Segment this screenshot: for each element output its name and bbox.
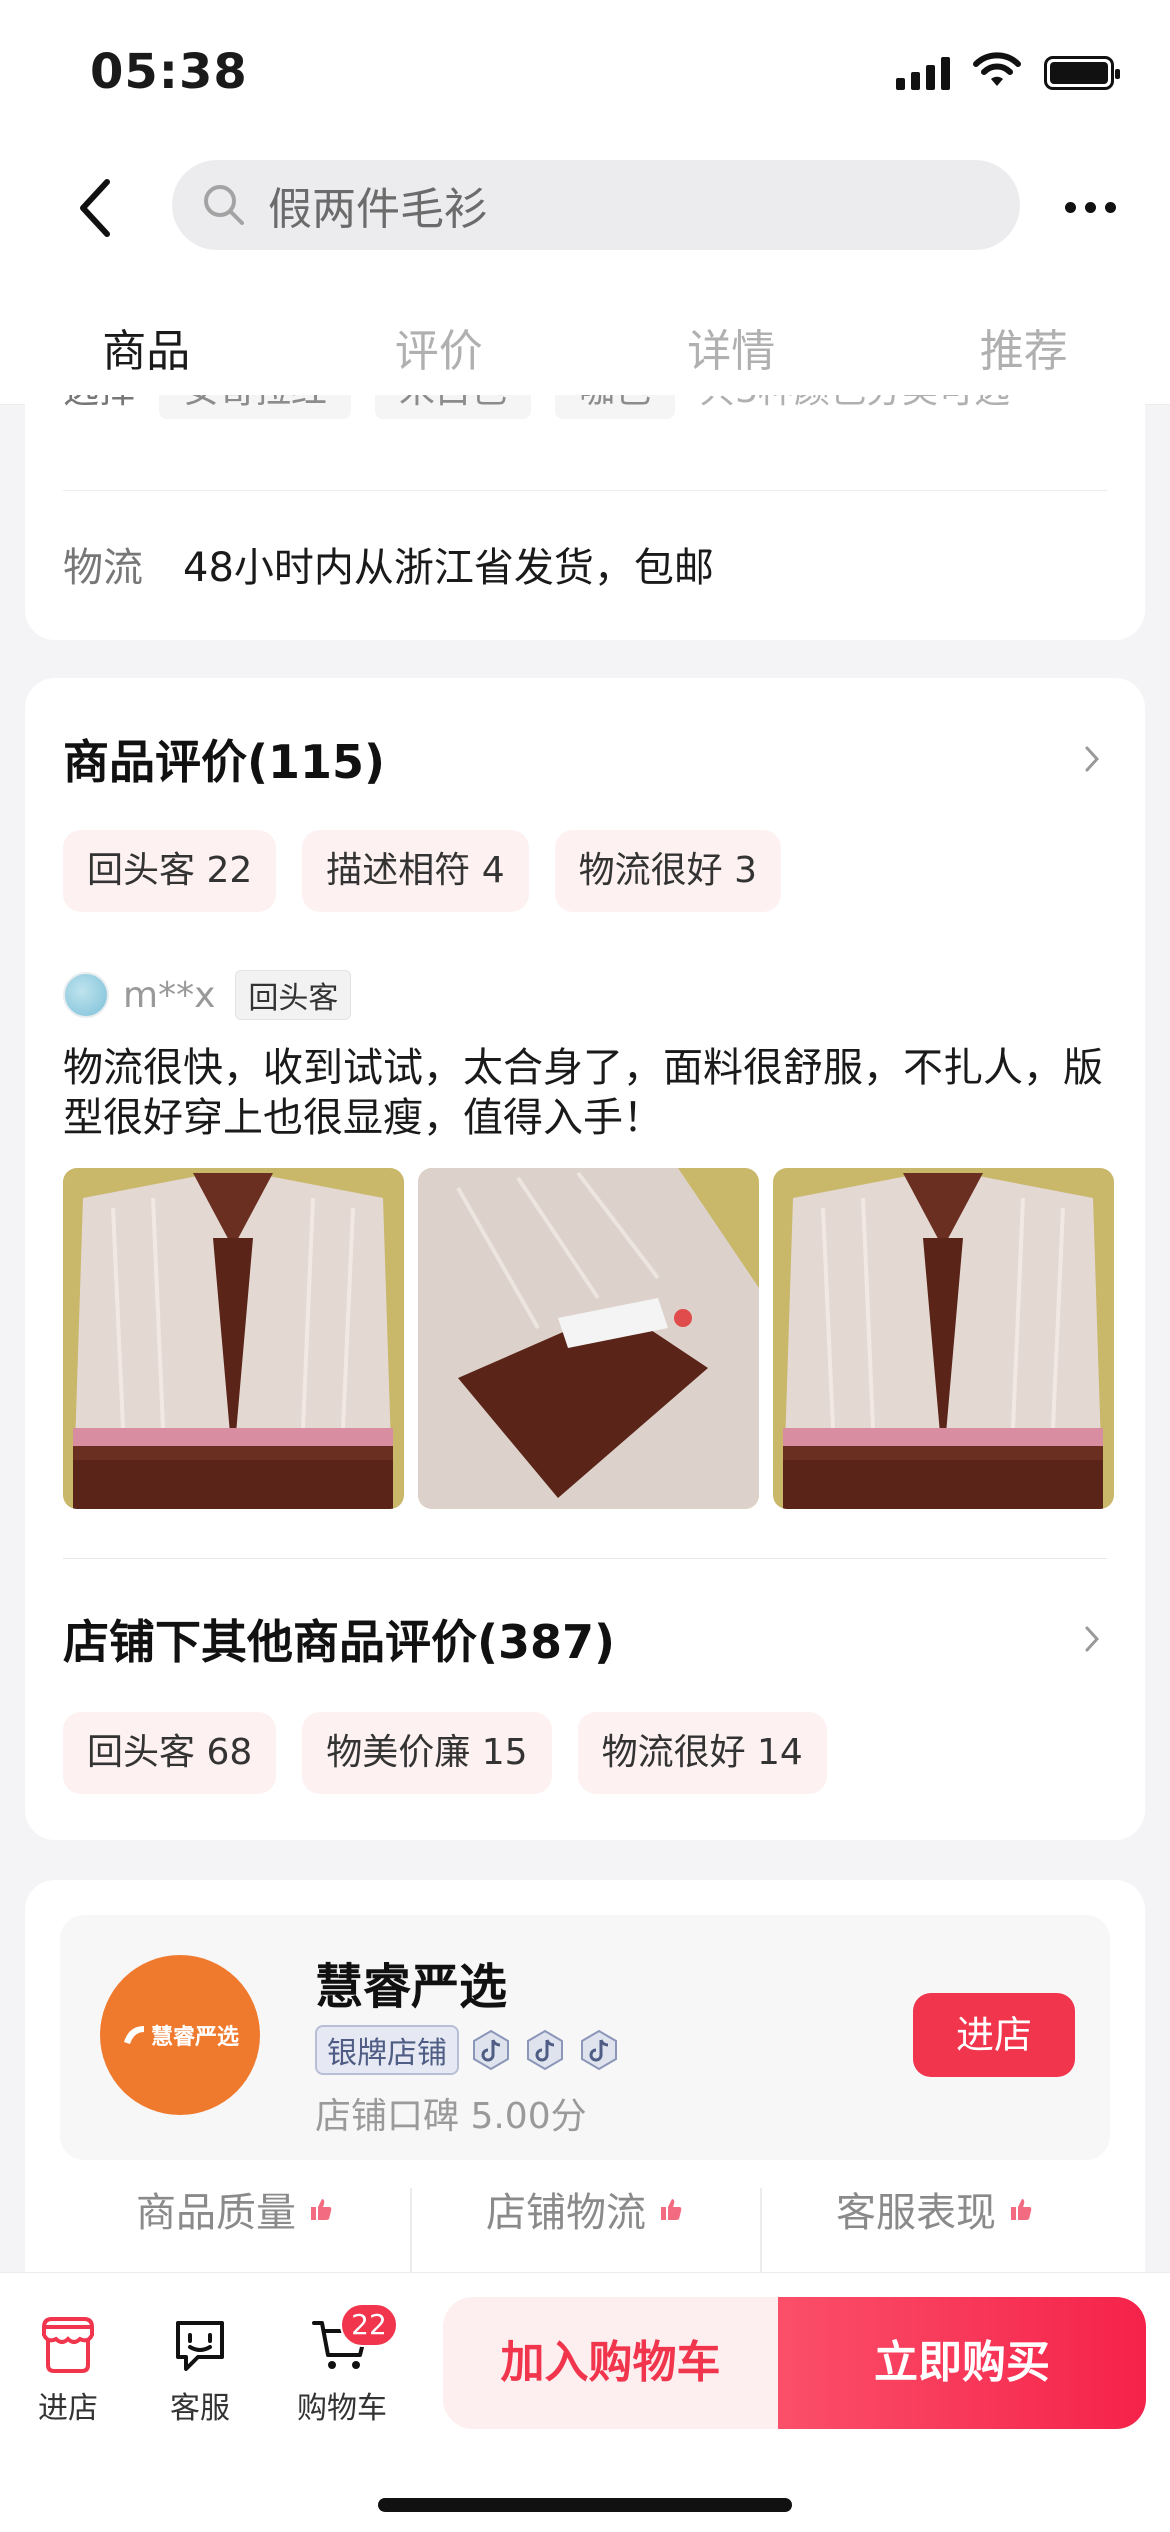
battery-icon [1044, 56, 1120, 90]
wifi-icon [973, 52, 1021, 86]
tab-goods[interactable]: 商品 [0, 265, 293, 404]
add-to-cart-button[interactable]: 加入购物车 [443, 2297, 778, 2429]
tiktok-hexagon-icon [473, 2029, 509, 2071]
review-tag[interactable]: 物流很好 14 [577, 1712, 827, 1794]
chevron-right-icon [1085, 1626, 1100, 1652]
store-icon [42, 2317, 94, 2373]
selection-row[interactable]: 选择 安哥拉红 米白色 咖色 共3种颜色分类可选 [63, 395, 1010, 419]
status-bar: 05:38 [0, 0, 1170, 150]
store-reviews-title: 店铺下其他商品评价(387) [63, 1615, 616, 1669]
customer-service-button[interactable]: 客服 [140, 2313, 260, 2427]
back-button[interactable] [60, 170, 130, 245]
logistics-value: 48小时内从浙江省发货，包邮 [183, 545, 714, 591]
more-dot-icon [1064, 202, 1076, 213]
review-tags: 回头客 22 描述相符 4 物流很好 3 [63, 830, 782, 912]
divider [63, 1558, 1107, 1559]
cart-label: 购物车 [297, 2391, 387, 2426]
shop-rating: 店铺口碑 5.00分 [315, 2096, 587, 2137]
reviews-title: 商品评价(115) [63, 735, 386, 789]
shop-logo-text: 慧睿严选 [150, 2025, 239, 2050]
review-tag[interactable]: 物美价廉 15 [302, 1712, 552, 1794]
signal-icon [896, 56, 950, 90]
logistics-row: 物流 48小时内从浙江省发货，包邮 [63, 535, 714, 593]
cart-count-badge: 22 [340, 2303, 398, 2347]
color-chip[interactable]: 米白色 [375, 395, 532, 419]
more-options-button[interactable] [1050, 180, 1130, 235]
search-header: 假两件毛衫 [0, 150, 1170, 265]
shop-metrics: 商品质量 店铺物流 客服表现 [60, 2180, 1110, 2278]
review-photo[interactable] [63, 1168, 404, 1509]
shop-logo-mark-icon [123, 2026, 144, 2044]
chat-service-icon [176, 2321, 224, 2371]
reviewer-name: m**x [123, 974, 216, 1016]
chevron-right-icon [1085, 746, 1100, 772]
review-tag[interactable]: 描述相符 4 [302, 830, 529, 912]
selection-more: 共3种颜色分类可选 [699, 395, 1010, 413]
store-label: 进店 [38, 2391, 98, 2426]
cart-button[interactable]: 22 购物车 [282, 2303, 402, 2427]
shop-name: 慧睿严选 [315, 1959, 508, 2015]
tiktok-hexagon-icon [581, 2029, 617, 2071]
search-input[interactable]: 假两件毛衫 [172, 160, 1020, 250]
thumbs-up-icon [661, 2199, 682, 2220]
divider [63, 490, 1107, 491]
search-icon [194, 175, 254, 235]
tab-recommend[interactable]: 推荐 [878, 265, 1170, 404]
shop-info[interactable]: 慧睿严选 慧睿严选 银牌店铺 店铺口碑 5.00分 进店 [60, 1915, 1110, 2160]
returning-customer-badge: 回头客 [235, 970, 352, 1020]
metric-quality: 商品质量 [60, 2180, 410, 2238]
shop-badges: 银牌店铺 [315, 2025, 621, 2075]
tab-bar: 商品 评价 详情 推荐 [0, 265, 1170, 405]
review-tag[interactable]: 回头客 68 [63, 1712, 277, 1794]
search-query: 假两件毛衫 [268, 184, 488, 235]
review-text[interactable]: 物流很快，收到试试，太合身了，面料很舒服，不扎人，版型很好穿上也很显瘦，值得入手… [63, 1043, 1123, 1143]
metric-logistics: 店铺物流 [410, 2180, 760, 2278]
bottom-action-bar: 进店 客服 22 购物车 加入购物车 立即购买 [0, 2272, 1170, 2532]
tiktok-hexagon-icon [527, 2029, 563, 2071]
more-dot-icon [1084, 202, 1096, 213]
status-icons [896, 52, 1120, 90]
home-indicator [378, 2498, 792, 2512]
review-tag[interactable]: 物流很好 3 [554, 830, 782, 912]
review-tag[interactable]: 回头客 22 [63, 830, 277, 912]
silver-store-badge: 银牌店铺 [315, 2025, 459, 2075]
chevron-left-icon [80, 178, 110, 237]
store-reviews-header[interactable]: 店铺下其他商品评价(387) [63, 1606, 1107, 1672]
tab-reviews[interactable]: 评价 [293, 265, 586, 404]
review-photo[interactable] [418, 1168, 759, 1509]
service-label: 客服 [170, 2391, 230, 2426]
store-button[interactable]: 进店 [8, 2313, 128, 2427]
status-time: 05:38 [90, 44, 248, 100]
selection-label: 选择 [63, 395, 135, 413]
spec-card: 选择 安哥拉红 米白色 咖色 共3种颜色分类可选 物流 48小时内从浙江省发货，… [25, 395, 1145, 640]
buy-now-button[interactable]: 立即购买 [778, 2297, 1146, 2429]
review-photo[interactable] [773, 1168, 1114, 1509]
review-photos [63, 1168, 1114, 1509]
shop-logo: 慧睿严选 [100, 1955, 260, 2115]
tab-details[interactable]: 详情 [585, 265, 878, 404]
color-chip[interactable]: 安哥拉红 [159, 395, 352, 419]
avatar [63, 972, 109, 1018]
enter-store-button[interactable]: 进店 [913, 1993, 1075, 2077]
reviews-card: 商品评价(115) 回头客 22 描述相符 4 物流很好 3 m**x 回头客 … [25, 678, 1145, 1840]
metric-service: 客服表现 [760, 2180, 1110, 2278]
thumbs-up-icon [1011, 2199, 1032, 2220]
more-dot-icon [1104, 202, 1116, 213]
logistics-label: 物流 [63, 545, 143, 591]
reviews-header[interactable]: 商品评价(115) [63, 726, 1107, 792]
thumbs-up-icon [311, 2199, 332, 2220]
reviewer: m**x 回头客 [63, 970, 352, 1020]
store-review-tags: 回头客 68 物美价廉 15 物流很好 14 [63, 1712, 827, 1794]
color-chip[interactable]: 咖色 [555, 395, 676, 419]
